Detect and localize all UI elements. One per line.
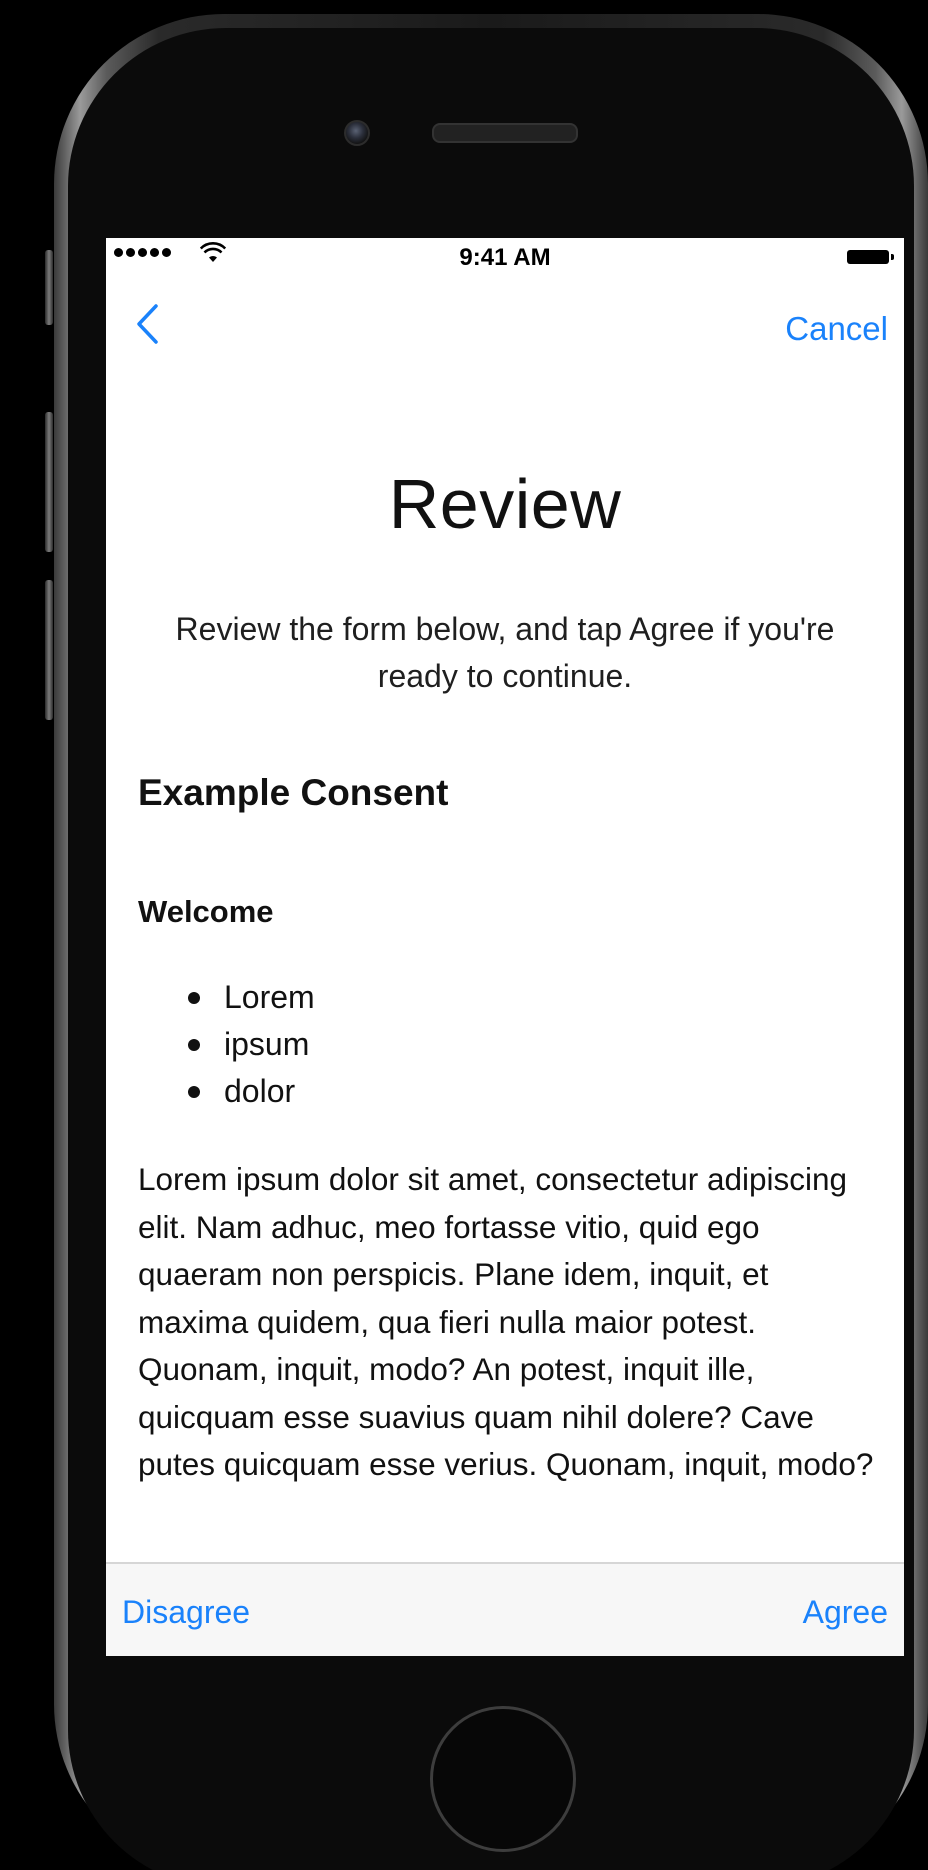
status-time: 9:41 AM (459, 244, 551, 271)
earpiece-speaker (432, 123, 578, 143)
list-item-text: Lorem (224, 979, 315, 1015)
consent-body-text: Lorem ipsum dolor sit amet, consectetur … (138, 1161, 874, 1482)
device-stage: 9:41 AM Cancel Review Review the form be… (0, 0, 928, 1870)
volume-up-button (45, 412, 53, 552)
sub-heading: Welcome (138, 894, 274, 929)
bottom-toolbar: Disagree Agree (106, 1562, 904, 1656)
bullet-icon (188, 991, 200, 1004)
battery-icon (847, 250, 894, 264)
list-item-text: dolor (224, 1073, 296, 1109)
cancel-button[interactable]: Cancel (785, 310, 888, 348)
volume-down-button (45, 580, 53, 720)
screen: 9:41 AM Cancel Review Review the form be… (106, 238, 904, 1656)
disagree-button[interactable]: Disagree (122, 1594, 250, 1631)
bullet-list: Lorem ipsum dolor (188, 974, 315, 1115)
bullet-icon (188, 1038, 200, 1051)
agree-button[interactable]: Agree (803, 1594, 888, 1631)
list-item-text: ipsum (224, 1026, 310, 1062)
list-item: ipsum (188, 1021, 315, 1068)
section-heading: Example Consent (138, 772, 449, 813)
status-bar: 9:41 AM (106, 238, 904, 278)
list-item: dolor (188, 1068, 315, 1115)
mute-switch (45, 250, 53, 325)
page-subtitle: Review the form below, and tap Agree if … (175, 611, 835, 694)
home-button[interactable] (430, 1706, 576, 1852)
chevron-left-icon (137, 304, 158, 344)
bullet-icon (188, 1085, 200, 1098)
list-item: Lorem (188, 974, 315, 1021)
page-title: Review (388, 465, 622, 543)
navigation-bar: Cancel (106, 278, 904, 358)
front-camera (344, 120, 370, 146)
back-button[interactable] (134, 302, 174, 352)
